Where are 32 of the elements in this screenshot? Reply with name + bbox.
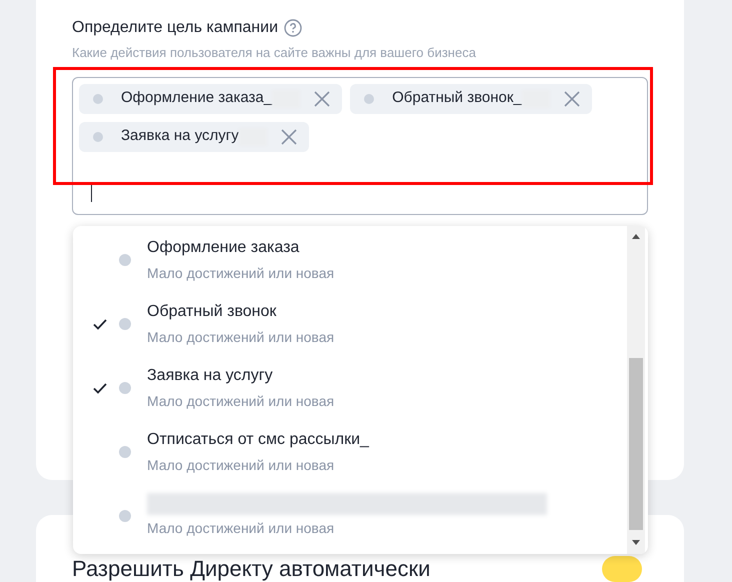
scroll-down-icon[interactable] xyxy=(632,540,640,545)
option-subtitle: Мало достижений или новая xyxy=(147,328,334,347)
goal-chip[interactable]: Обратный звонок_ xyxy=(350,84,592,114)
section-subtitle: Какие действия пользователя на сайте важны для вашего бизнеса xyxy=(72,44,477,62)
chip-label: Заявка на услугу xyxy=(121,126,239,146)
option-subtitle: Мало достижений или новая xyxy=(147,456,336,475)
goal-option[interactable]: Заявка на услугу Мало достижений или новая xyxy=(73,356,648,420)
option-title: Заявка на услугу xyxy=(147,366,273,386)
option-subtitle: Мало достижений или новая xyxy=(147,392,334,411)
option-title: Оформление заказа xyxy=(147,238,300,258)
option-title: Отписаться от смс рассылки_ xyxy=(147,430,369,450)
close-icon[interactable] xyxy=(564,90,580,106)
goal-option[interactable]: Обратный звонок Мало достижений или новая xyxy=(73,292,648,356)
option-subtitle: Мало достижений или новая xyxy=(147,519,336,538)
close-icon[interactable] xyxy=(280,128,297,144)
section-title: Определите цель кампании xyxy=(72,18,278,38)
scroll-up-icon[interactable] xyxy=(632,234,640,239)
close-icon[interactable] xyxy=(314,90,330,106)
scrollbar-thumb[interactable] xyxy=(629,358,643,530)
help-icon[interactable] xyxy=(284,19,302,37)
goal-chip[interactable]: Оформление заказа_ xyxy=(79,84,342,114)
option-subtitle: Мало достижений или новая xyxy=(147,264,334,283)
goal-chip[interactable]: Заявка на услугу xyxy=(79,122,309,152)
scrollbar[interactable] xyxy=(627,226,645,554)
goal-option[interactable]: Отписаться от смс рассылки_ Мало достижений или новая xyxy=(73,420,648,484)
chip-label: Обратный звонок_ xyxy=(392,88,522,108)
option-title: Обратный звонок xyxy=(147,302,276,322)
goal-option[interactable]: Оформление заказа Мало достижений или новая xyxy=(73,228,648,292)
goal-select-field[interactable]: Оформление заказа_ Обратный звонок_ Заявка на услугу xyxy=(72,76,648,214)
text-cursor xyxy=(91,182,92,202)
chip-label: Оформление заказа_ xyxy=(121,88,272,108)
section-title: Разрешить Директу автоматически xyxy=(72,556,430,582)
